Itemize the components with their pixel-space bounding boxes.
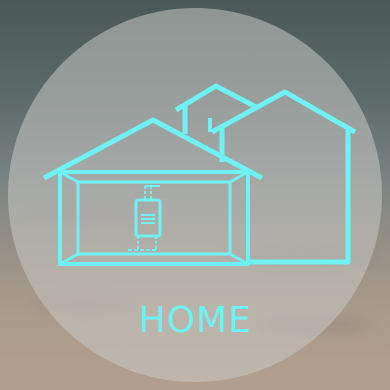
home-label[interactable]: HOME: [0, 300, 390, 341]
